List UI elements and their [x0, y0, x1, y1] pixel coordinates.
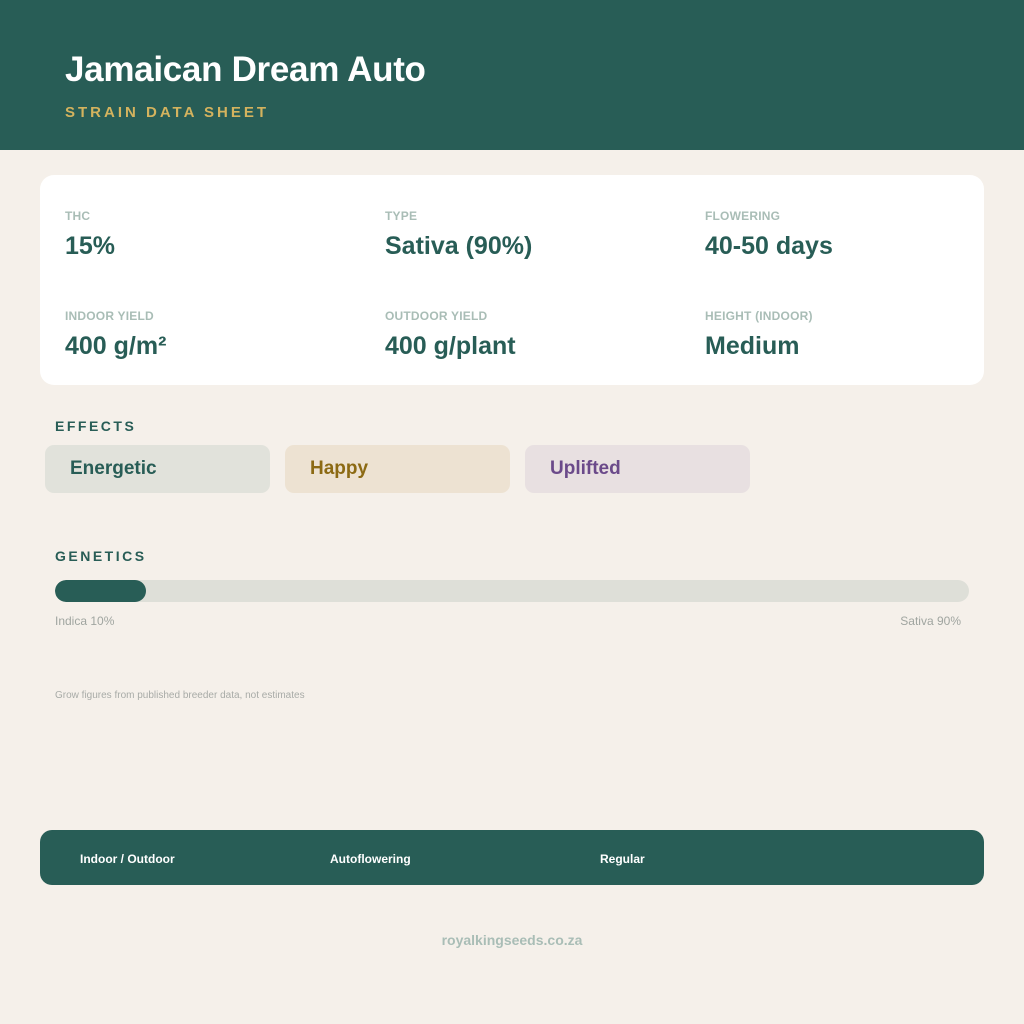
effect-pill-happy: Happy [285, 445, 510, 493]
stat-label: HEIGHT (INDOOR) [705, 309, 813, 323]
stat-value: Medium [705, 332, 800, 360]
stats-card: THC 15% TYPE Sativa (90%) FLOWERING 40-5… [40, 175, 984, 385]
stat-indoor-yield: INDOOR YIELD 400 g/m² [65, 309, 166, 361]
stat-label: THC [65, 209, 91, 223]
genetics-bar-indica-fill [55, 580, 147, 602]
page-title: Jamaican Dream Auto [65, 50, 426, 89]
tag-indoor-outdoor: Indoor / Outdoor [80, 852, 175, 866]
stat-value: 40-50 days [705, 232, 833, 260]
tag-regular: Regular [600, 852, 645, 866]
page-subtitle: STRAIN DATA SHEET [65, 104, 270, 121]
stat-value: 400 g/m² [65, 332, 167, 360]
stat-value: 15% [65, 232, 116, 260]
stat-outdoor-yield: OUTDOOR YIELD 400 g/plant [385, 309, 516, 361]
footer-tags-bar: Indoor / Outdoor Autoflowering Regular [40, 830, 984, 885]
effect-pill-energetic: Energetic [45, 445, 270, 493]
stat-type: TYPE Sativa (90%) [385, 209, 532, 261]
genetics-title: GENETICS [55, 548, 147, 564]
stat-thc: THC 15% [65, 209, 115, 261]
stat-label: TYPE [385, 209, 418, 223]
stat-value: Sativa (90%) [385, 232, 533, 260]
genetics-bar [55, 580, 969, 602]
stat-label: INDOOR YIELD [65, 309, 154, 323]
sativa-label: Sativa 90% [900, 614, 961, 628]
header: Jamaican Dream Auto STRAIN DATA SHEET [0, 0, 1024, 150]
effect-pill-uplifted: Uplifted [525, 445, 750, 493]
stat-value: 400 g/plant [385, 332, 516, 360]
stat-flowering: FLOWERING 40-50 days [705, 209, 833, 261]
stat-label: FLOWERING [705, 209, 781, 223]
tag-autoflowering: Autoflowering [330, 852, 411, 866]
stat-height: HEIGHT (INDOOR) Medium [705, 309, 813, 361]
stat-label: OUTDOOR YIELD [385, 309, 488, 323]
effects-title: EFFECTS [55, 418, 137, 434]
data-note: Grow figures from published breeder data… [55, 690, 305, 701]
indica-label: Indica 10% [55, 614, 115, 628]
site-url[interactable]: royalkingseeds.co.za [0, 932, 1024, 948]
